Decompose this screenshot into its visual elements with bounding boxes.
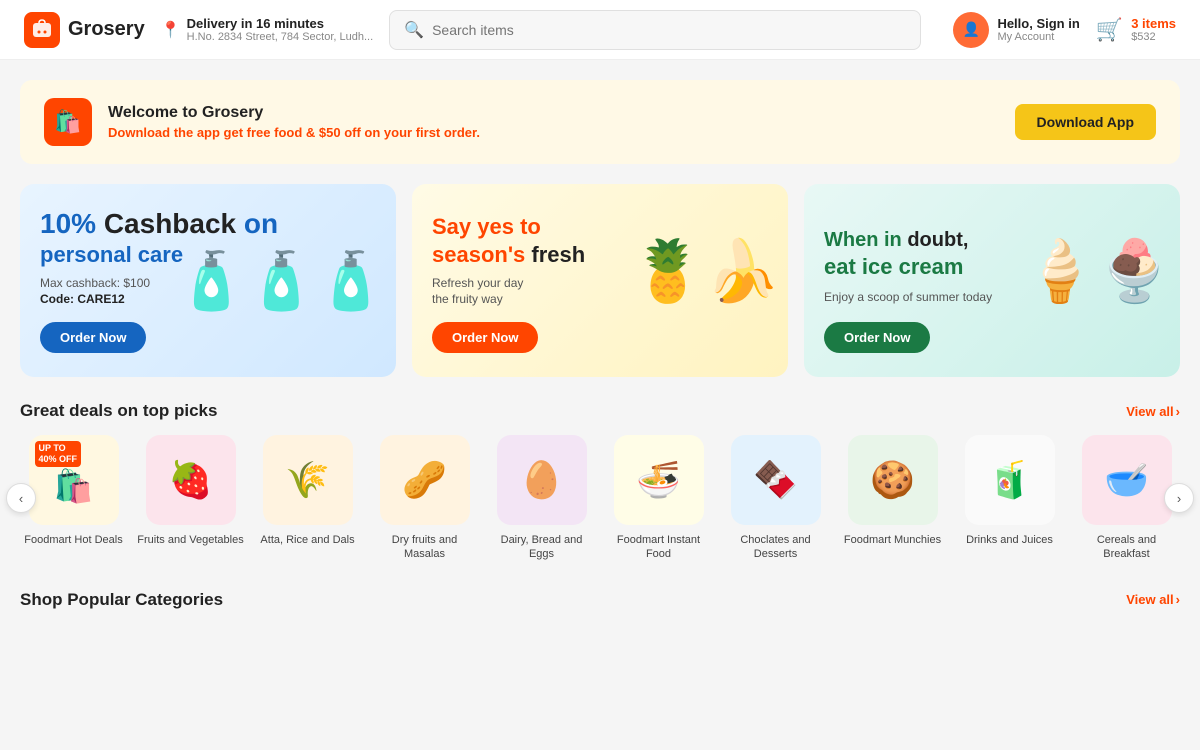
promo3-image: 🍦🍨 [1023, 235, 1172, 306]
logo-text: Grosery [68, 18, 145, 41]
delivery-address: H.No. 2834 Street, 784 Sector, Ludh... [187, 31, 374, 43]
search-input[interactable] [432, 22, 906, 38]
category-image: 🥣 [1082, 435, 1172, 525]
category-item[interactable]: 🍫 Choclates and Desserts [722, 435, 829, 562]
logo[interactable]: Grosery [24, 12, 145, 48]
category-emoji: 🥚 [519, 459, 564, 501]
popular-section-header: Shop Popular Categories View all › [20, 590, 1180, 610]
category-emoji: 🍫 [753, 459, 798, 501]
download-app-button[interactable]: Download App [1015, 104, 1156, 140]
category-label: Atta, Rice and Dals [260, 533, 354, 547]
carousel-prev-button[interactable]: ‹ [6, 483, 36, 513]
category-image: 🍪 [848, 435, 938, 525]
welcome-text: Welcome to Grosery Download the app get … [108, 104, 999, 140]
promo1-image: 🧴🧴🧴 [177, 248, 386, 314]
category-label: Foodmart Hot Deals [24, 533, 122, 547]
category-item[interactable]: 🍪 Foodmart Munchies [839, 435, 946, 562]
promo-card-personal-care: 10% Cashback on personal care Max cashba… [20, 184, 396, 377]
promo3-order-button[interactable]: Order Now [824, 322, 930, 353]
category-label: Dry fruits and Masalas [371, 533, 478, 562]
welcome-subtitle: Download the app get free food & $50 off… [108, 125, 999, 140]
location-icon: 📍 [161, 20, 181, 40]
promo2-fresh: fresh [531, 242, 585, 267]
promo-grid: 10% Cashback on personal care Max cashba… [20, 184, 1180, 377]
delivery-info[interactable]: 📍 Delivery in 16 minutes H.No. 2834 Stre… [161, 16, 373, 43]
welcome-sub-highlight: $50 [319, 125, 341, 140]
category-label: Foodmart Instant Food [605, 533, 712, 562]
category-item[interactable]: 🍓 Fruits and Vegetables [137, 435, 244, 562]
cart-icon-wrap: 🛒 [1096, 17, 1123, 43]
logo-icon [24, 12, 60, 48]
category-image: 🥜 [380, 435, 470, 525]
category-image: 🍜 [614, 435, 704, 525]
category-item[interactable]: 🥜 Dry fruits and Masalas [371, 435, 478, 562]
promo2-seasons: season's [432, 242, 525, 267]
deals-section-header: Great deals on top picks View all › [20, 401, 1180, 421]
categories-carousel: ‹ UP TO40% OFF 🛍️ Foodmart Hot Deals 🍓 [20, 435, 1180, 562]
account-sub: My Account [997, 31, 1079, 43]
promo1-tag: 10% [40, 208, 96, 239]
cart-icon: 🛒 [1096, 17, 1123, 42]
category-item[interactable]: 🌾 Atta, Rice and Dals [254, 435, 361, 562]
category-label: Fruits and Vegetables [137, 533, 243, 547]
popular-view-all[interactable]: View all › [1126, 592, 1180, 607]
category-emoji: 🍓 [168, 459, 213, 501]
promo3-when-in: When in [824, 229, 902, 251]
account-button[interactable]: 👤 Hello, Sign in My Account [953, 12, 1079, 48]
promo2-image: 🍍🍌 [631, 235, 780, 306]
category-emoji: 🌾 [285, 459, 330, 501]
welcome-sub-plain: Download the app get free food & [108, 125, 319, 140]
cart-price: $532 [1131, 31, 1176, 43]
popular-section: Shop Popular Categories View all › [20, 590, 1180, 610]
search-icon: 🔍 [404, 20, 424, 40]
account-hello: Hello, Sign in [997, 16, 1079, 31]
categories-row: UP TO40% OFF 🛍️ Foodmart Hot Deals 🍓 Fru… [20, 435, 1180, 562]
category-label: Dairy, Bread and Eggs [488, 533, 595, 562]
welcome-icon: 🛍️ [44, 98, 92, 146]
carousel-next-button[interactable]: › [1164, 483, 1194, 513]
promo2-order-button[interactable]: Order Now [432, 322, 538, 353]
header-right: 👤 Hello, Sign in My Account 🛒 3 items $5… [953, 12, 1176, 48]
category-label: Choclates and Desserts [722, 533, 829, 562]
category-item[interactable]: 🍜 Foodmart Instant Food [605, 435, 712, 562]
category-item[interactable]: UP TO40% OFF 🛍️ Foodmart Hot Deals [20, 435, 127, 562]
category-image: 🍫 [731, 435, 821, 525]
welcome-title: Welcome to Grosery [108, 104, 999, 122]
category-image: 🌾 [263, 435, 353, 525]
cart-label: 3 items [1131, 16, 1176, 31]
search-bar[interactable]: 🔍 [389, 10, 921, 50]
account-avatar: 👤 [953, 12, 989, 48]
promo1-tag-text: Cashback on [104, 208, 278, 239]
hot-deals-badge: UP TO40% OFF [35, 441, 82, 467]
category-item[interactable]: 🥚 Dairy, Bread and Eggs [488, 435, 595, 562]
category-emoji: 🍪 [870, 459, 915, 501]
welcome-sub-end: off on your first order. [341, 125, 480, 140]
category-emoji: 🧃 [987, 459, 1032, 501]
category-image: UP TO40% OFF 🛍️ [29, 435, 119, 525]
deals-title: Great deals on top picks [20, 401, 217, 421]
category-emoji: 🥜 [402, 459, 447, 501]
category-item[interactable]: 🧃 Drinks and Juices [956, 435, 1063, 562]
category-image: 🧃 [965, 435, 1055, 525]
cart-button[interactable]: 🛒 3 items $532 [1096, 16, 1176, 43]
deals-view-all[interactable]: View all › [1126, 404, 1180, 419]
main-content: 🛍️ Welcome to Grosery Download the app g… [20, 60, 1180, 644]
promo2-say-yes: Say yes to [432, 214, 541, 239]
category-image: 🥚 [497, 435, 587, 525]
promo-card-fruits: Say yes to season's fresh Refresh your d… [412, 184, 788, 377]
welcome-banner: 🛍️ Welcome to Grosery Download the app g… [20, 80, 1180, 164]
category-label: Drinks and Juices [966, 533, 1053, 547]
delivery-title: Delivery in 16 minutes [187, 16, 374, 31]
popular-title: Shop Popular Categories [20, 590, 223, 610]
category-label: Cereals and Breakfast [1073, 533, 1180, 562]
promo3-doubt: doubt, [907, 229, 968, 251]
category-label: Foodmart Munchies [844, 533, 941, 547]
category-emoji: 🥣 [1104, 459, 1149, 501]
deals-section: Great deals on top picks View all › ‹ UP… [20, 401, 1180, 562]
promo-card-icecream: When in doubt, eat ice cream Enjoy a sco… [804, 184, 1180, 377]
promo1-order-button[interactable]: Order Now [40, 322, 146, 353]
category-image: 🍓 [146, 435, 236, 525]
category-emoji: 🍜 [636, 459, 681, 501]
